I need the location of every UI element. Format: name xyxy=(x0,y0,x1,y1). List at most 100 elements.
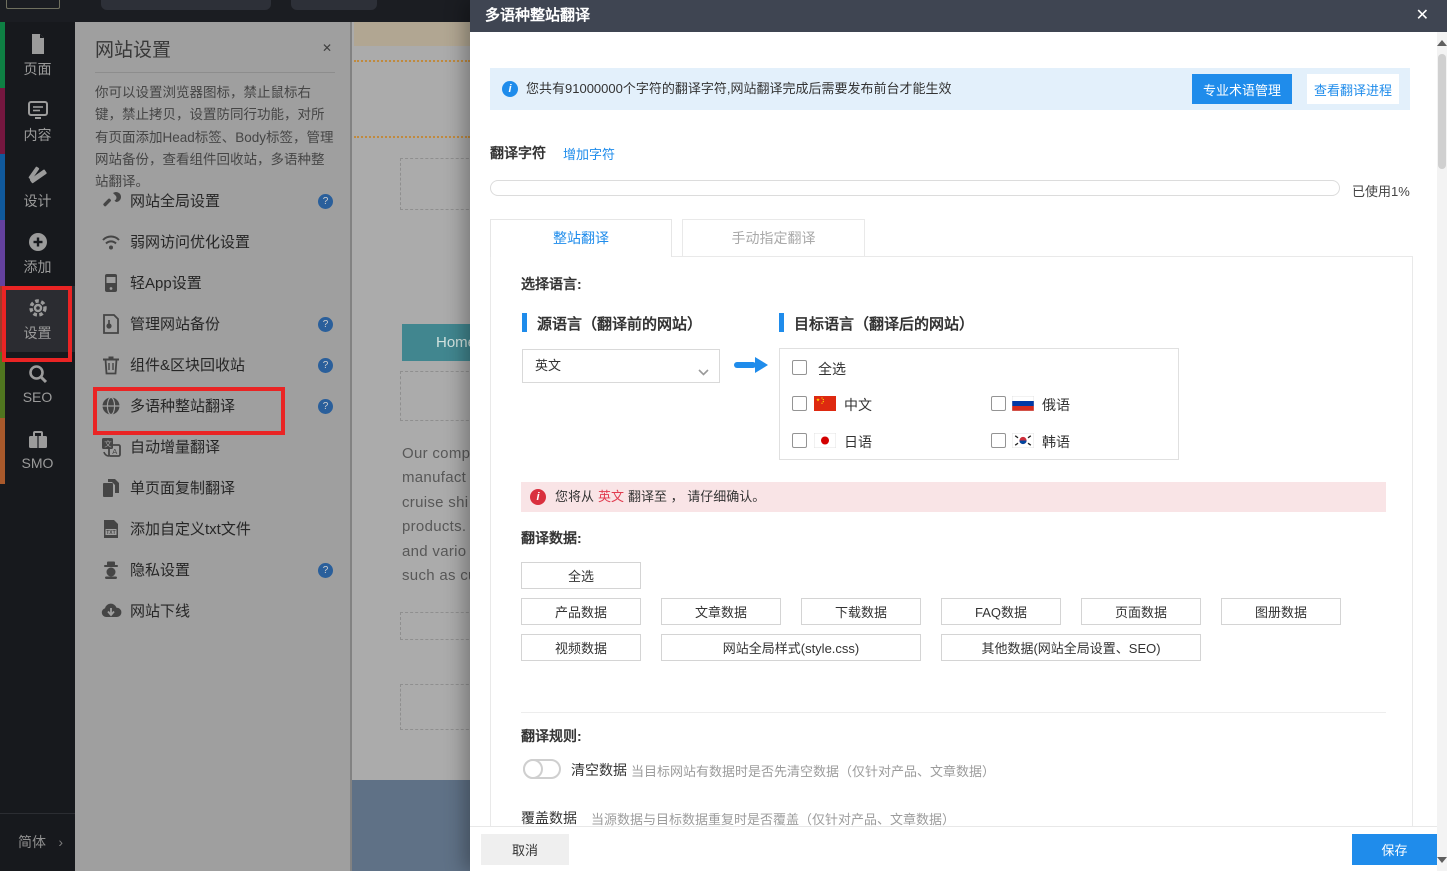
data-page-button[interactable]: 页面数据 xyxy=(1081,598,1201,625)
data-video-button[interactable]: 视频数据 xyxy=(521,634,641,661)
menu-item-weak-network[interactable]: 弱网访问优化设置 xyxy=(75,222,350,263)
data-product-button[interactable]: 产品数据 xyxy=(521,598,641,625)
page-icon xyxy=(0,33,75,55)
menu-item-backup[interactable]: 管理网站备份 ? xyxy=(75,304,350,345)
menu-item-custom-txt[interactable]: TXT 添加自定义txt文件 xyxy=(75,509,350,550)
menu-item-multilang-translation[interactable]: 多语种整站翻译 ? xyxy=(75,386,350,427)
editor-canvas: Home Our comp manufact cruise shi produc… xyxy=(350,22,470,871)
page-footer-section xyxy=(352,780,470,871)
menu-item-recycle-bin[interactable]: 组件&区块回收站 ? xyxy=(75,345,350,386)
help-icon[interactable]: ? xyxy=(318,317,333,332)
save-button[interactable]: 保存 xyxy=(1352,834,1437,865)
sidebar-item-design[interactable]: 设计 xyxy=(0,154,75,220)
menu-item-privacy[interactable]: 隐私设置 ? xyxy=(75,550,350,591)
clear-data-toggle[interactable] xyxy=(523,759,561,779)
translation-progress-button[interactable]: 查看翻译进程 xyxy=(1307,74,1399,104)
topbar-widget[interactable] xyxy=(6,0,60,9)
translate-icon: A文 xyxy=(100,436,122,458)
sidebar-item-add[interactable]: 添加 xyxy=(0,220,75,286)
scroll-up-icon[interactable] xyxy=(1437,40,1447,46)
svg-text:文: 文 xyxy=(104,439,112,449)
help-icon[interactable]: ? xyxy=(318,399,333,414)
placeholder-box xyxy=(400,158,470,210)
close-icon[interactable]: ✕ xyxy=(1416,0,1429,32)
language-switcher[interactable]: 简体 › xyxy=(0,822,75,862)
japan-flag-icon xyxy=(814,433,836,448)
data-select-all-button[interactable]: 全选 xyxy=(521,562,641,589)
quota-progress-bar xyxy=(490,180,1340,196)
russian-checkbox[interactable] xyxy=(991,396,1006,411)
menu-item-site-offline[interactable]: 网站下线 xyxy=(75,591,350,632)
chinese-label: 中文 xyxy=(844,395,872,415)
korea-flag-icon xyxy=(1012,433,1034,448)
data-article-button[interactable]: 文章数据 xyxy=(661,598,781,625)
quota-used-label: 已使用1% xyxy=(1352,181,1410,200)
clear-data-label: 清空数据 xyxy=(571,760,627,780)
add-characters-link[interactable]: 增加字符 xyxy=(563,144,615,163)
arrow-right-icon xyxy=(733,356,769,379)
sidebar-item-settings[interactable]: 设置 xyxy=(0,286,75,352)
menu-item-single-page-copy[interactable]: 单页面复制翻译 xyxy=(75,468,350,509)
page-header-bar xyxy=(354,22,470,46)
wrench-icon xyxy=(100,190,122,212)
scrollbar-thumb[interactable] xyxy=(1438,54,1446,169)
russia-flag-icon xyxy=(1012,396,1034,411)
korean-checkbox[interactable] xyxy=(991,433,1006,448)
select-all-checkbox[interactable] xyxy=(792,360,807,375)
quota-label: 翻译字符 xyxy=(490,143,546,163)
chinese-checkbox[interactable] xyxy=(792,396,807,411)
modal-title: 多语种整站翻译 xyxy=(485,0,590,32)
help-icon[interactable]: ? xyxy=(318,194,333,209)
gear-icon xyxy=(0,297,75,319)
japanese-checkbox[interactable] xyxy=(792,433,807,448)
briefcase-icon xyxy=(0,429,75,451)
topbar-input-1[interactable] xyxy=(101,0,271,10)
data-global-style-button[interactable]: 网站全局样式(style.css) xyxy=(661,634,921,661)
sidebar-item-page[interactable]: 页面 xyxy=(0,22,75,88)
sidebar-item-content[interactable]: 内容 xyxy=(0,88,75,154)
banner-text: 您共有91000000个字符的翻译字符,网站翻译完成后需要发布前台才能生效 xyxy=(526,68,951,110)
menu-item-light-app[interactable]: 轻App设置 xyxy=(75,263,350,304)
section-bar xyxy=(522,313,527,332)
txt-file-icon: TXT xyxy=(100,518,122,540)
strip xyxy=(0,352,5,418)
data-other-button[interactable]: 其他数据(网站全局设置、SEO) xyxy=(941,634,1201,661)
china-flag-icon xyxy=(814,396,836,411)
sidebar-item-smo[interactable]: SMO xyxy=(0,418,75,484)
rules-heading: 翻译规则: xyxy=(521,726,582,746)
sidebar-item-seo[interactable]: SEO xyxy=(0,352,75,418)
cancel-button[interactable]: 取消 xyxy=(481,834,569,865)
warning-banner: i 您将从英文翻译至 ， 请仔细确认。 xyxy=(521,482,1386,512)
privacy-icon xyxy=(100,559,122,581)
panel-close-icon[interactable]: ✕ xyxy=(322,42,332,54)
page-text: Our comp manufact cruise shi products. a… xyxy=(402,442,470,588)
copy-icon xyxy=(100,477,122,499)
info-icon: i xyxy=(502,81,518,97)
data-download-button[interactable]: 下载数据 xyxy=(801,598,921,625)
scroll-down-icon[interactable] xyxy=(1437,857,1447,863)
section-bar xyxy=(779,313,784,332)
terminology-button[interactable]: 专业术语管理 xyxy=(1192,74,1292,104)
cloud-download-icon xyxy=(100,600,122,622)
settings-menu: 网站全局设置 ? 弱网访问优化设置 轻App设置 管理网站备份 ? 组件&区块回… xyxy=(75,181,350,632)
divider xyxy=(95,72,335,73)
help-icon[interactable]: ? xyxy=(318,358,333,373)
japanese-label: 日语 xyxy=(844,432,872,452)
menu-item-auto-incremental[interactable]: A文 自动增量翻译 xyxy=(75,427,350,468)
warning-icon: i xyxy=(530,489,546,505)
overwrite-data-label: 覆盖数据 xyxy=(521,808,577,828)
language-heading: 选择语言: xyxy=(521,274,582,294)
divider xyxy=(0,813,75,814)
divider xyxy=(521,712,1386,713)
data-faq-button[interactable]: FAQ数据 xyxy=(941,598,1061,625)
scrollbar[interactable] xyxy=(1437,32,1447,871)
topbar-input-2[interactable] xyxy=(291,0,377,10)
home-button[interactable]: Home xyxy=(402,324,470,361)
tab-manual-translation[interactable]: 手动指定翻译 xyxy=(682,219,865,257)
data-album-button[interactable]: 图册数据 xyxy=(1221,598,1341,625)
backup-icon xyxy=(100,313,122,335)
source-language-select[interactable]: 英文 xyxy=(522,349,720,383)
tab-whole-site-translation[interactable]: 整站翻译 xyxy=(490,219,672,257)
help-icon[interactable]: ? xyxy=(318,563,333,578)
menu-item-global-settings[interactable]: 网站全局设置 ? xyxy=(75,181,350,222)
